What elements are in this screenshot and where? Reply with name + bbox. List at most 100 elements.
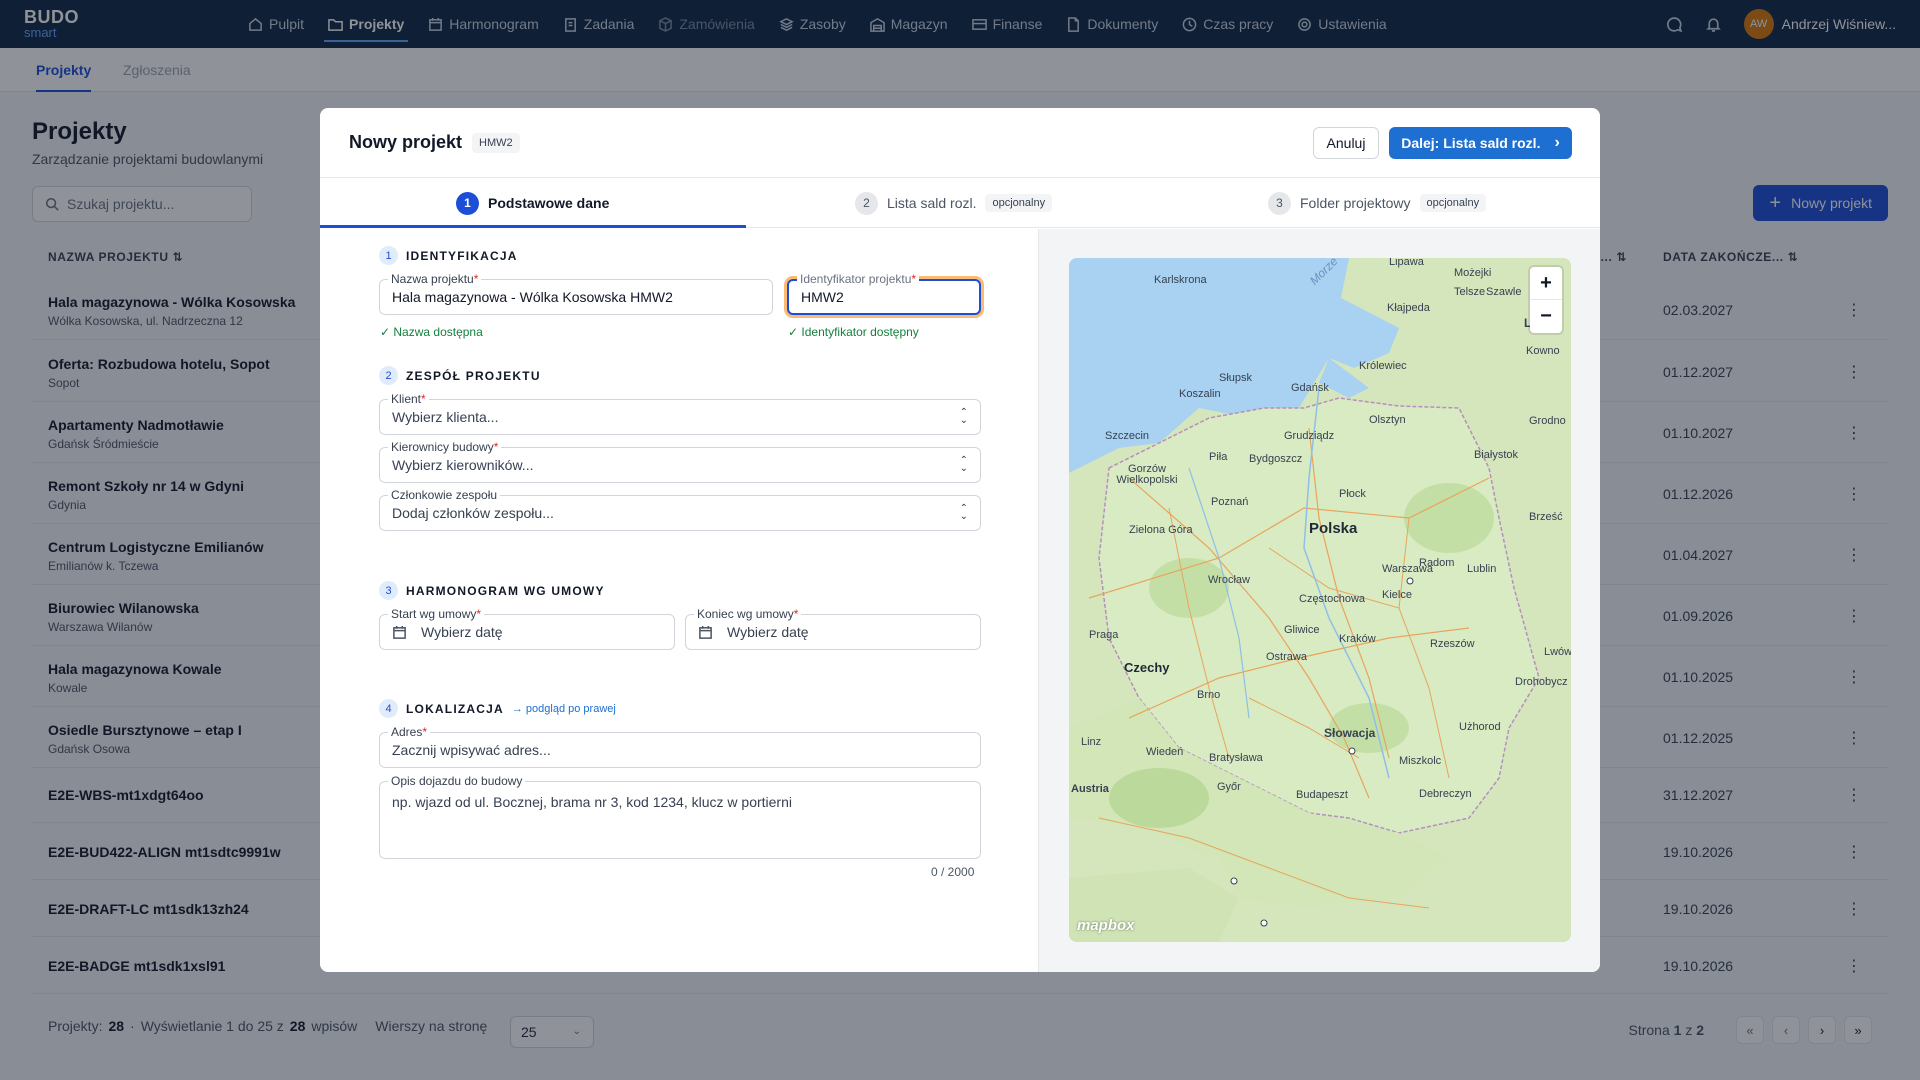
calendar-icon	[699, 625, 712, 639]
map-zoom-controls: + −	[1530, 267, 1562, 333]
zoom-in-button[interactable]: +	[1530, 267, 1562, 300]
end-date-label: Koniec wg umowy*	[694, 607, 802, 621]
directions-textarea[interactable]: np. wjazd od ul. Bocznej, brama nr 3, ko…	[379, 781, 981, 859]
project-name-value: Hala magazynowa - Wólka Kosowska HMW2	[392, 289, 673, 305]
step-number: 3	[1268, 191, 1291, 215]
step-balance-list[interactable]: 2 Lista sald rozl. opcjonalny	[855, 178, 1053, 228]
preview-hint-link[interactable]: → podgląd po prawej	[512, 703, 616, 715]
map-label-lwow: Lwów	[1544, 646, 1571, 658]
end-date-placeholder: Wybierz datę	[727, 624, 809, 640]
required-marker: *	[476, 607, 482, 621]
label-text: Nazwa projektu	[391, 272, 474, 286]
map-label-wieden: Wiedeń	[1146, 746, 1184, 758]
map-label-gdansk: Gdańsk	[1291, 382, 1329, 394]
map-label-bratyslawa: Bratysława	[1209, 752, 1263, 764]
section-schedule: 3 HARMONOGRAM WG UMOWY	[379, 581, 605, 600]
step-project-folder[interactable]: 3 Folder projektowy opcjonalny	[1268, 178, 1487, 228]
step-label: Folder projektowy	[1300, 195, 1411, 211]
project-id-value: HMW2	[801, 289, 844, 305]
step-number: 1	[456, 191, 479, 215]
start-date-placeholder: Wybierz datę	[421, 624, 503, 640]
address-placeholder: Zacznij wpisywać adres...	[392, 742, 551, 758]
map-label-wroclaw: Wrocław	[1208, 574, 1250, 586]
label-text: Adres	[391, 725, 423, 739]
form-panel: 1 IDENTYFIKACJA Hala magazynowa - Wólka …	[320, 229, 1038, 972]
map-label-lublin: Lublin	[1467, 563, 1497, 575]
cancel-button[interactable]: Anuluj	[1313, 127, 1379, 159]
map-label-czestochowa: Częstochowa	[1299, 593, 1366, 605]
client-select[interactable]: Wybierz klienta... ⌃ ⌄	[379, 399, 981, 435]
address-input[interactable]: Zacznij wpisywać adres...	[379, 732, 981, 768]
section-number: 1	[379, 246, 398, 265]
location-map[interactable]: Polska Czechy Słowacja Litwa Austria Mor…	[1069, 258, 1571, 942]
required-marker: *	[421, 392, 426, 406]
map-label-karlskrona: Karlskrona	[1154, 274, 1207, 286]
section-number: 3	[379, 581, 398, 600]
step-basic-data[interactable]: 1 Podstawowe dane	[456, 178, 609, 228]
section-title: IDENTYFIKACJA	[406, 248, 518, 263]
section-title: LOKALIZACJA	[406, 701, 504, 716]
label-text: Kierownicy budowy	[391, 440, 494, 454]
map-label-poznan: Poznań	[1211, 496, 1249, 508]
section-title: ZESPÓŁ PROJEKTU	[406, 368, 541, 383]
map-label-olsztyn: Olsztyn	[1369, 414, 1406, 426]
map-label-plock: Płock	[1339, 488, 1366, 500]
active-step-indicator	[320, 225, 746, 228]
map-panel: Polska Czechy Słowacja Litwa Austria Mor…	[1038, 229, 1600, 972]
client-label: Klient*	[388, 392, 429, 406]
members-placeholder: Dodaj członków zespołu...	[392, 505, 554, 521]
new-project-modal: Nowy projekt HMW2 Anuluj Dalej: Lista sa…	[320, 108, 1600, 972]
map-label-debreczyn: Debreczyn	[1419, 788, 1472, 800]
map-label-kielce: Kielce	[1382, 589, 1412, 601]
step-label: Lista sald rozl.	[887, 195, 977, 211]
section-identification: 1 IDENTYFIKACJA	[379, 246, 518, 265]
map-label-miszkolc: Miszkolc	[1399, 755, 1442, 767]
map-label-austria: Austria	[1071, 783, 1109, 795]
step-label: Podstawowe dane	[488, 195, 610, 211]
map-label-brzesc: Brześć	[1529, 511, 1563, 523]
map-label-szawle: Szawle	[1486, 286, 1522, 298]
label-text: Klient	[391, 392, 422, 406]
map-label-krolewiec: Królewiec	[1359, 360, 1407, 372]
map-label-grudziadz: Grudziądz	[1284, 430, 1335, 442]
map-label-grodno: Grodno	[1529, 415, 1566, 427]
label-text: Członkowie zespołu	[391, 488, 498, 502]
modal-id-badge: HMW2	[472, 133, 520, 153]
map-label-gorzow: Gorzów Wielkopolski	[1116, 463, 1178, 486]
mapbox-logo[interactable]: mapbox	[1077, 917, 1135, 934]
next-step-button[interactable]: Dalej: Lista sald rozl. ›	[1389, 127, 1572, 159]
map-label-drohobycz: Drohobycz	[1515, 676, 1568, 688]
optional-badge: opcjonalny	[1419, 194, 1487, 212]
char-counter: 0 / 2000	[931, 865, 975, 879]
chevron-updown-icon: ⌃ ⌄	[959, 455, 968, 474]
required-marker: *	[793, 607, 799, 621]
map-label-radom: Radom	[1419, 557, 1455, 569]
label-text: Start wg umowy	[391, 607, 477, 621]
map-label-slupsk: Słupsk	[1219, 372, 1253, 384]
map-label-krakow: Kraków	[1339, 633, 1376, 645]
map-label-gyor: Győr	[1217, 781, 1241, 793]
map-label-telsze: Telsze	[1454, 286, 1486, 298]
map-label-brno: Brno	[1197, 689, 1221, 701]
client-placeholder: Wybierz klienta...	[392, 409, 499, 425]
map-label-budapeszt: Budapeszt	[1296, 789, 1348, 801]
managers-placeholder: Wybierz kierowników...	[392, 457, 534, 473]
chevron-updown-icon: ⌃ ⌄	[959, 503, 968, 522]
directions-label: Opis dojazdu do budowy	[388, 774, 526, 788]
map-label-klajpeda: Kłajpeda	[1387, 302, 1430, 314]
label-text: Identyfikator projektu	[800, 272, 912, 286]
map-label-slowacja: Słowacja	[1324, 726, 1376, 740]
project-id-ok: ✓ Identyfikator dostępny	[788, 325, 919, 339]
map-label-praga: Praga	[1089, 629, 1119, 641]
section-team: 2 ZESPÓŁ PROJEKTU	[379, 366, 541, 385]
zoom-out-button[interactable]: −	[1530, 300, 1562, 333]
optional-badge: opcjonalny	[985, 194, 1053, 212]
map-label-czechy: Czechy	[1124, 660, 1170, 675]
project-id-label: Identyfikator projektu*	[797, 272, 920, 286]
map-label-liepaja: Lipawa	[1389, 258, 1424, 268]
map-label-pila: Piła	[1209, 451, 1228, 463]
section-number: 2	[379, 366, 398, 385]
map-label-szczecin: Szczecin	[1105, 430, 1150, 442]
map-label-mozejki: Możejki	[1454, 267, 1492, 279]
chevron-right-icon: ›	[1554, 134, 1560, 151]
